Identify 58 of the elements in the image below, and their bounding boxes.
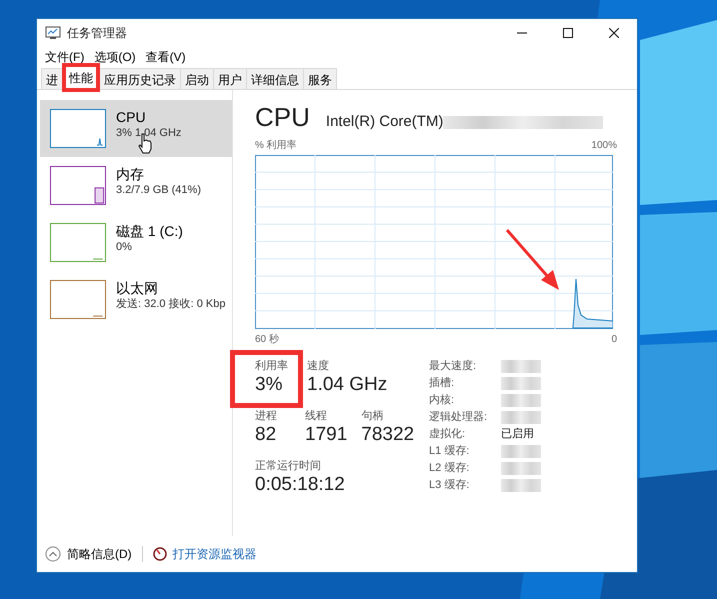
resource-detail: 0% (116, 240, 133, 255)
menu-item[interactable]: 选项(O) (90, 48, 140, 66)
tab[interactable]: 服务 (303, 68, 337, 89)
detail-label: 最大速度: (429, 358, 478, 374)
app-icon (45, 25, 61, 41)
detail-label: 虚拟化: (429, 426, 466, 442)
fewer-details-button[interactable]: 简略信息(D) (45, 545, 132, 563)
resource-item[interactable]: 磁盘 1 (C:) 0% (40, 214, 232, 271)
resource-detail: 发送: 32.0 接收: 0 Kbp (116, 297, 226, 312)
detail-label: L1 缓存: (429, 444, 470, 459)
processor-model: Intel(R) Core(TM) (326, 112, 444, 132)
stat-label: 正常运行时间 (255, 458, 322, 472)
resource-item[interactable]: CPU 3% 1.04 GHz (40, 100, 232, 157)
stat-label: 线程 (305, 408, 328, 422)
detail-label: 插槽: (429, 376, 456, 391)
time-span-label: 60 秒 (255, 332, 279, 346)
detail-label: 内核: (429, 392, 456, 408)
menu-item[interactable]: 查看(V) (142, 48, 190, 66)
gauge-icon (152, 547, 167, 561)
tab[interactable]: 进 (41, 68, 63, 89)
resource-name: CPU (116, 109, 147, 126)
resource-item[interactable]: 以太网 发送: 32.0 接收: 0 Kbp (40, 271, 232, 328)
stat-label: 句柄 (361, 408, 384, 422)
resource-item[interactable]: 内存 3.2/7.9 GB (41%) (40, 157, 232, 214)
tab[interactable]: 应用历史记录 (99, 68, 181, 89)
detail-value: 已启用 (501, 426, 534, 442)
detail-label: 逻辑处理器: (429, 410, 488, 425)
detail-label: L3 缓存: (429, 478, 470, 493)
chevron-up-icon (45, 546, 61, 562)
resource-name: 磁盘 1 (C:) (116, 223, 183, 240)
stat-value: 1791 (305, 422, 348, 446)
window-title: 任务管理器 (67, 25, 128, 42)
stat-label: 进程 (255, 408, 278, 422)
close-icon (609, 28, 619, 38)
maximize-icon (563, 28, 573, 38)
stat-label: 利用率 (255, 358, 288, 372)
stat-value: 82 (255, 422, 278, 446)
resource-detail: 3.2/7.9 GB (41%) (116, 183, 201, 198)
graph-max: 100% (591, 138, 617, 152)
stat-value: 0:05:18:12 (255, 472, 345, 496)
stat-value: 78322 (361, 422, 414, 446)
resource-name: 以太网 (116, 280, 159, 297)
resource-monitor-link[interactable]: 打开资源监视器 (152, 545, 257, 563)
time-end-label: 0 (611, 332, 617, 346)
tab[interactable]: 启动 (180, 68, 214, 89)
menu-item[interactable]: 文件(F) (41, 48, 88, 66)
resource-detail: 3% 1.04 GHz (116, 126, 182, 141)
resource-name: 内存 (116, 166, 145, 183)
tab[interactable]: 详细信息 (246, 68, 304, 89)
tab[interactable]: 性能 (62, 63, 100, 92)
graph-label: % 利用率 (255, 138, 297, 152)
stat-label: 速度 (307, 358, 330, 372)
stat-value: 3% (255, 372, 284, 396)
stat-value: 1.04 GHz (307, 372, 388, 396)
panel-title: CPU (255, 102, 310, 132)
tab[interactable]: 用户 (213, 68, 247, 89)
detail-label: L2 缓存: (429, 460, 470, 476)
annotation-arrow (506, 228, 559, 290)
